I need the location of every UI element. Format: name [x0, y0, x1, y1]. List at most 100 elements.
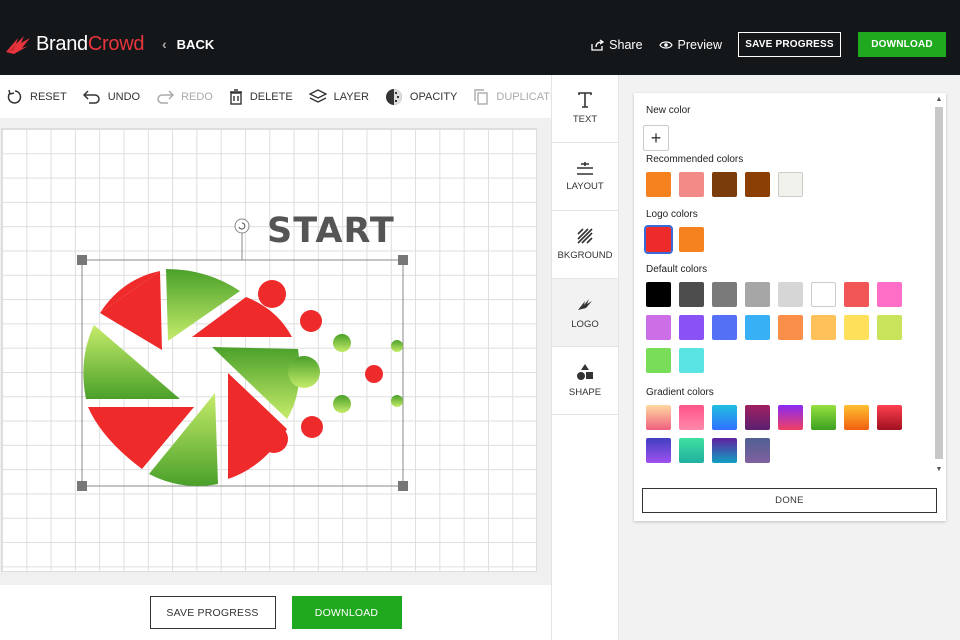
back-label: BACK: [176, 36, 215, 52]
nav-shape-label: SHAPE: [568, 387, 602, 398]
download-button[interactable]: DOWNLOAD: [291, 596, 402, 629]
editor-area: RESET UNDO REDO DELETE LAYER OPACITY DUP…: [0, 75, 557, 640]
color-picker-panel: New color + Recommended colors Logo colo…: [634, 93, 946, 521]
brandcrowd-wing-icon: [6, 36, 30, 54]
delete-button[interactable]: DELETE: [229, 88, 293, 105]
reset-icon: [7, 89, 22, 104]
scroll-up-arrow-icon[interactable]: ▲: [934, 95, 944, 105]
color-swatch[interactable]: [679, 227, 704, 252]
color-swatch[interactable]: [646, 405, 671, 430]
resize-handle-top-left[interactable]: [77, 255, 87, 265]
background-hatch-icon: [577, 228, 593, 244]
redo-icon: [157, 89, 175, 104]
resize-handle-top-right[interactable]: [398, 255, 408, 265]
opacity-button[interactable]: OPACITY: [385, 88, 457, 106]
gradient-colors-title: Gradient colors: [646, 387, 714, 398]
color-swatch[interactable]: [679, 282, 704, 307]
shapes-icon: [577, 364, 593, 380]
color-swatch[interactable]: [646, 348, 671, 373]
logo-text-start[interactable]: START: [267, 211, 395, 251]
logo-wing-icon: [578, 299, 592, 310]
color-swatch[interactable]: [646, 282, 671, 307]
color-swatch[interactable]: [712, 172, 737, 197]
color-swatch[interactable]: [679, 315, 704, 340]
preview-link[interactable]: Preview: [658, 37, 722, 52]
share-icon: [591, 38, 605, 51]
redo-button[interactable]: REDO: [156, 89, 213, 104]
color-swatch[interactable]: [712, 315, 737, 340]
opacity-label: OPACITY: [409, 90, 458, 103]
color-swatch[interactable]: [745, 282, 770, 307]
color-swatch[interactable]: [811, 405, 836, 430]
nav-logo[interactable]: LOGO: [552, 279, 618, 347]
save-progress-button-top[interactable]: SAVE PROGRESS: [738, 32, 841, 57]
color-swatch[interactable]: [844, 315, 869, 340]
panel-scrollbar[interactable]: ▲ ▼: [934, 95, 944, 475]
color-swatch[interactable]: [844, 282, 869, 307]
color-swatch[interactable]: [844, 405, 869, 430]
rotate-handle-icon[interactable]: [234, 218, 250, 234]
color-swatch[interactable]: [778, 282, 803, 307]
layer-label: LAYER: [333, 90, 369, 103]
logo-artwork[interactable]: START: [2, 129, 538, 573]
nav-text[interactable]: TEXT: [552, 75, 618, 143]
color-swatch[interactable]: [712, 282, 737, 307]
resize-handle-bottom-right[interactable]: [398, 481, 408, 491]
color-swatch[interactable]: [745, 438, 770, 463]
color-swatch[interactable]: [877, 282, 902, 307]
undo-label: UNDO: [107, 90, 141, 103]
crowd-text: Crowd: [87, 32, 145, 55]
color-swatch[interactable]: [811, 315, 836, 340]
nav-background[interactable]: BKGROUND: [552, 211, 618, 279]
eye-icon: [658, 40, 673, 49]
nav-shape[interactable]: SHAPE: [552, 347, 618, 415]
duplicate-button[interactable]: DUPLICATE: [473, 88, 557, 105]
color-swatch[interactable]: [778, 315, 803, 340]
color-swatch[interactable]: [745, 315, 770, 340]
resize-handle-bottom-left[interactable]: [77, 481, 87, 491]
undo-button[interactable]: UNDO: [82, 89, 141, 104]
layer-button[interactable]: LAYER: [308, 88, 369, 105]
back-button[interactable]: ‹ BACK: [162, 36, 214, 52]
color-swatch[interactable]: [712, 405, 737, 430]
color-swatch[interactable]: [745, 172, 770, 197]
color-swatch[interactable]: [745, 405, 770, 430]
color-swatch[interactable]: [646, 172, 671, 197]
preview-label: Preview: [677, 37, 722, 52]
color-swatch[interactable]: [877, 315, 902, 340]
color-swatch[interactable]: [778, 172, 803, 197]
color-swatch[interactable]: [877, 405, 902, 430]
color-swatch[interactable]: [679, 405, 704, 430]
opacity-icon: [385, 88, 402, 105]
nav-logo-label: LOGO: [571, 319, 599, 330]
scroll-thumb[interactable]: [935, 107, 943, 459]
nav-background-label: BKGROUND: [557, 250, 613, 261]
share-link[interactable]: Share: [591, 37, 643, 52]
editor-toolbar: RESET UNDO REDO DELETE LAYER OPACITY DUP…: [0, 75, 557, 118]
scroll-down-arrow-icon[interactable]: ▼: [934, 465, 944, 475]
logo-colors-title: Logo colors: [646, 209, 698, 220]
side-nav: TEXT LAYOUT BKGROUND LOGO SHAPE: [551, 75, 619, 640]
color-swatch[interactable]: [712, 438, 737, 463]
download-button-top[interactable]: DOWNLOAD: [858, 32, 946, 57]
text-icon: [578, 92, 592, 108]
color-swatch[interactable]: [646, 315, 671, 340]
color-swatch[interactable]: [679, 438, 704, 463]
design-canvas-grid[interactable]: START: [1, 128, 537, 572]
nav-layout[interactable]: LAYOUT: [552, 143, 618, 211]
color-swatch[interactable]: [679, 172, 704, 197]
add-color-button[interactable]: +: [643, 125, 669, 151]
color-swatch[interactable]: [679, 348, 704, 373]
brandcrowd-logo[interactable]: BrandCrowd: [4, 30, 144, 58]
color-swatch[interactable]: [811, 282, 836, 307]
save-progress-button[interactable]: SAVE PROGRESS: [149, 596, 276, 629]
new-color-title: New color: [646, 105, 691, 116]
color-swatch[interactable]: [644, 225, 673, 254]
done-button[interactable]: DONE: [642, 488, 937, 513]
recommended-colors-title: Recommended colors: [646, 154, 744, 165]
top-actions: Share Preview SAVE PROGRESS DOWNLOAD: [591, 32, 946, 57]
share-label: Share: [609, 37, 643, 52]
color-swatch[interactable]: [778, 405, 803, 430]
color-swatch[interactable]: [646, 438, 671, 463]
reset-button[interactable]: RESET: [7, 89, 67, 105]
